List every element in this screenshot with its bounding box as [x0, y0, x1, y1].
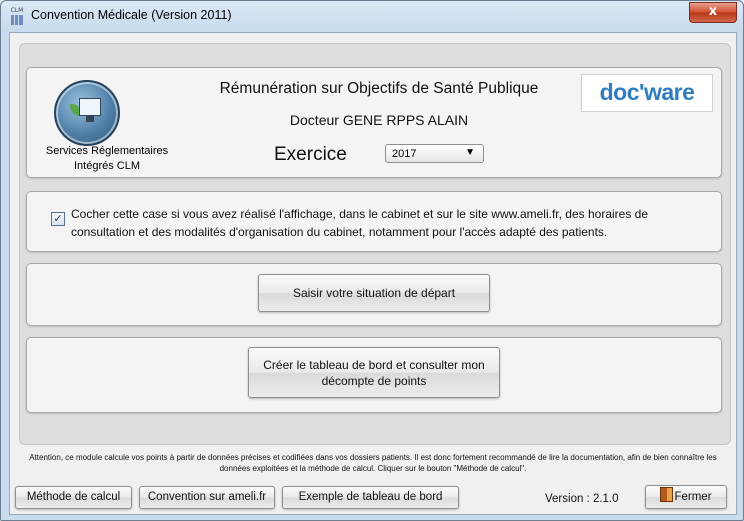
clm-caption: Services Réglementaires Intégrés CLM: [45, 145, 169, 172]
exercice-select[interactable]: 2017 ▼: [385, 144, 484, 163]
app-grid-icon: [11, 15, 23, 25]
app-icon: CLM: [9, 7, 25, 25]
fermer-button[interactable]: Fermer: [645, 485, 727, 509]
app-icon-label: CLM: [10, 7, 24, 14]
title-bar[interactable]: CLM Convention Médicale (Version 2011) x: [1, 1, 743, 31]
docware-logo: doc'ware: [581, 74, 713, 112]
version-label: Version : 2.1.0: [545, 493, 619, 505]
methode-button[interactable]: Méthode de calcul: [15, 486, 132, 509]
doctor-name: Docteur GENE RPPS ALAIN: [289, 112, 469, 128]
dashboard-button[interactable]: Créer le tableau de bord et consulter mo…: [248, 347, 500, 398]
exercice-value: 2017: [392, 148, 417, 160]
dropdown-arrow-icon: ▼: [465, 147, 475, 158]
exercice-label: Exercice: [274, 144, 347, 165]
main-window: CLM Convention Médicale (Version 2011) x…: [0, 0, 744, 521]
page-title: Rémunération sur Objectifs de Santé Publ…: [219, 80, 539, 97]
fermer-label: Fermer: [674, 491, 712, 503]
door-exit-icon: [660, 487, 674, 502]
monitor-icon: [79, 98, 101, 116]
attention-note: Attention, ce module calcule vos points …: [29, 453, 717, 473]
window-title: Convention Médicale (Version 2011): [31, 8, 232, 22]
convention-button[interactable]: Convention sur ameli.fr: [139, 486, 275, 509]
close-button[interactable]: x: [689, 2, 737, 23]
check-mark-icon: ✓: [53, 212, 63, 225]
clm-logo-icon: [54, 80, 120, 146]
situation-button[interactable]: Saisir votre situation de départ: [258, 274, 490, 312]
affichage-checkbox[interactable]: ✓: [51, 212, 65, 226]
affichage-label: Cocher cette case si vous avez réalisé l…: [71, 207, 649, 239]
monitor-stand: [86, 116, 94, 122]
exemple-button[interactable]: Exemple de tableau de bord: [282, 486, 459, 509]
